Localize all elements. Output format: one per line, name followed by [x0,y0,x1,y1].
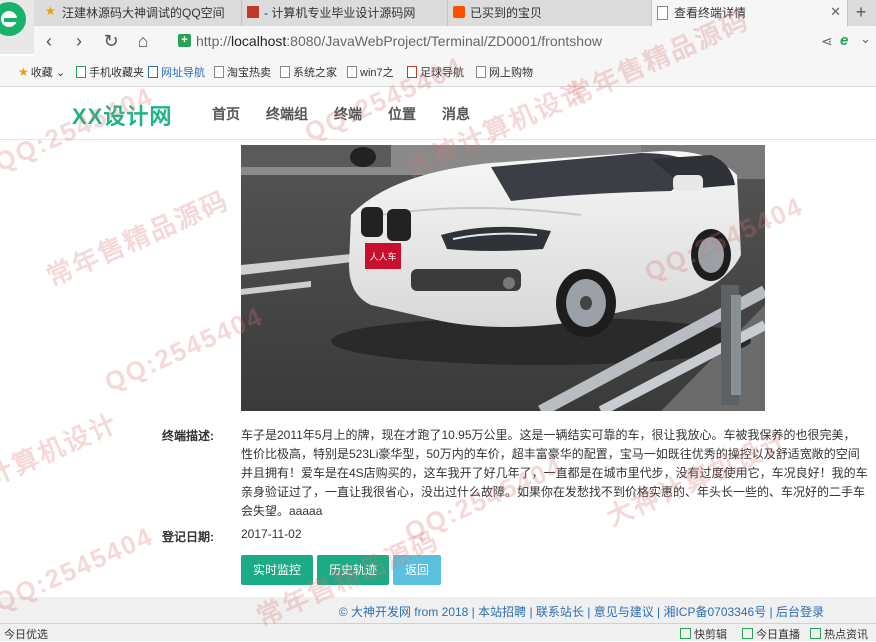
bookmark-taobao[interactable]: 淘宝热卖 [214,64,271,80]
star-icon: ★ [45,4,56,18]
bookmark-win7[interactable]: win7之 [347,64,394,80]
bookmark-football[interactable]: 足球导航 [407,64,464,80]
video-icon [680,628,691,639]
car-image: 人人车 [241,145,765,411]
browser-e-icon[interactable]: e [840,32,848,49]
new-tab-button[interactable]: + [850,1,872,23]
bookmark-nav[interactable]: 网址导航 [148,64,205,80]
description-line: 亲身验证过了，一直让我很省心，没出过什么故障。如果你在发愁找不到价格实惠的、年头… [241,485,866,499]
site-favicon-icon [247,6,259,18]
back-button[interactable]: 返回 [393,555,442,585]
page-icon [214,66,224,78]
site-footer: © 大神开发网 from 2018 | 本站招聘 | 联系站长 | 意见与建议 … [0,597,876,623]
bookmark-system[interactable]: 系统之家 [280,64,337,80]
history-track-button[interactable]: 历史轨迹 [317,555,390,585]
site-logo[interactable]: XX设计网 [72,99,172,131]
secure-plus-icon: + [178,34,191,47]
nav-home[interactable]: 首页 [212,104,240,124]
bookmark-mobile[interactable]: 手机收藏夹 [76,64,144,80]
refresh-icon[interactable]: ↻ [100,30,122,52]
browser-tab-terminal-detail[interactable]: 查看终端详情 ✕ [652,0,848,26]
browser-logo [0,0,34,54]
registration-date: 2017-11-02 [241,527,302,541]
back-arrow-icon[interactable]: ‹ [38,30,60,52]
site-header: XX设计网 首页 终端组 终端 位置 消息 [0,87,876,140]
terminal-description: 车子是2011年5月上的牌，现在才跑了10.95万公里。这是一辆结实可靠的车，很… [241,426,876,521]
page-icon [148,66,158,78]
browser-tab-qq-space[interactable]: ★ 汪建林源码大神调试的QQ空间 [40,0,242,26]
nav-message[interactable]: 消息 [442,104,470,124]
bookmarks-bar: ★ 收藏 ⌄ 手机收藏夹 网址导航 淘宝热卖 系统之家 win7之 足球导航 网上… [0,56,876,87]
share-icon[interactable]: ⋖ [821,33,833,50]
chevron-down-icon[interactable]: ⌄ [860,31,871,47]
description-line: 车子是2011年5月上的牌，现在才跑了10.95万公里。这是一辆结实可靠的车，很… [241,428,856,442]
address-bar[interactable]: + http://localhost:8080/JavaWebProject/T… [174,29,834,53]
page-icon [280,66,290,78]
description-label: 终端描述: [162,429,214,443]
page-icon [476,66,486,78]
tab-label: 汪建林源码大神调试的QQ空间 [62,6,225,20]
page-icon [657,6,668,20]
browser-status-bar: 今日优选 快剪辑 今日直播 热点资讯 [0,623,876,641]
tab-label: - 计算机专业毕业设计源码网 [264,6,416,20]
description-line: 会失望。aaaaa [241,504,323,518]
live-icon [742,628,753,639]
browser-toolbar: ‹ › ↻ ⌂ + http://localhost:8080/JavaWebP… [34,26,876,56]
nav-terminal[interactable]: 终端 [334,104,362,124]
url-text[interactable]: http://localhost:8080/JavaWebProject/Ter… [196,33,602,49]
star-icon: ★ [18,65,29,79]
description-line: 并且拥有！爱车是在4S店购买的，这车我开了好几年了，一直都是在城市里代步，没有过… [241,466,868,480]
tab-label: 已买到的宝贝 [470,6,543,20]
page-content: XX设计网 首页 终端组 终端 位置 消息 人人车 终端描述: 车子是2011年… [0,87,876,623]
bookmark-favorites[interactable]: ★ 收藏 ⌄ [18,64,65,80]
nav-location[interactable]: 位置 [388,104,416,124]
description-line: 性价比极高，特别是523Li豪华型，50万内的车价，超丰富豪华的配置，宝马一如既… [241,447,860,461]
footer-links[interactable]: © 大神开发网 from 2018 | 本站招聘 | 联系站长 | 意见与建议 … [339,603,824,620]
browser-tab-purchases[interactable]: 已买到的宝贝 [448,0,652,26]
forward-arrow-icon[interactable]: › [68,30,90,52]
home-icon[interactable]: ⌂ [132,30,154,52]
close-tab-icon[interactable]: ✕ [830,4,841,20]
browser-tab-source-site[interactable]: - 计算机专业毕业设计源码网 [242,0,448,26]
news-icon [810,628,821,639]
realtime-monitor-button[interactable]: 实时监控 [241,555,314,585]
football-icon [407,66,417,78]
nav-terminal-group[interactable]: 终端组 [266,104,308,124]
browser-e-logo-icon [0,2,26,36]
date-label: 登记日期: [162,530,214,544]
bookmark-shopping[interactable]: 网上购物 [476,64,533,80]
tab-label: 查看终端详情 [674,6,747,20]
terminal-photo: 人人车 [241,145,765,411]
browser-tab-bar: ★ 汪建林源码大神调试的QQ空间 - 计算机专业毕业设计源码网 已买到的宝贝 查… [0,0,876,26]
taobao-favicon-icon [453,6,465,18]
phone-icon [76,66,86,78]
license-plate-text: 人人车 [369,251,396,263]
page-icon [347,66,357,78]
